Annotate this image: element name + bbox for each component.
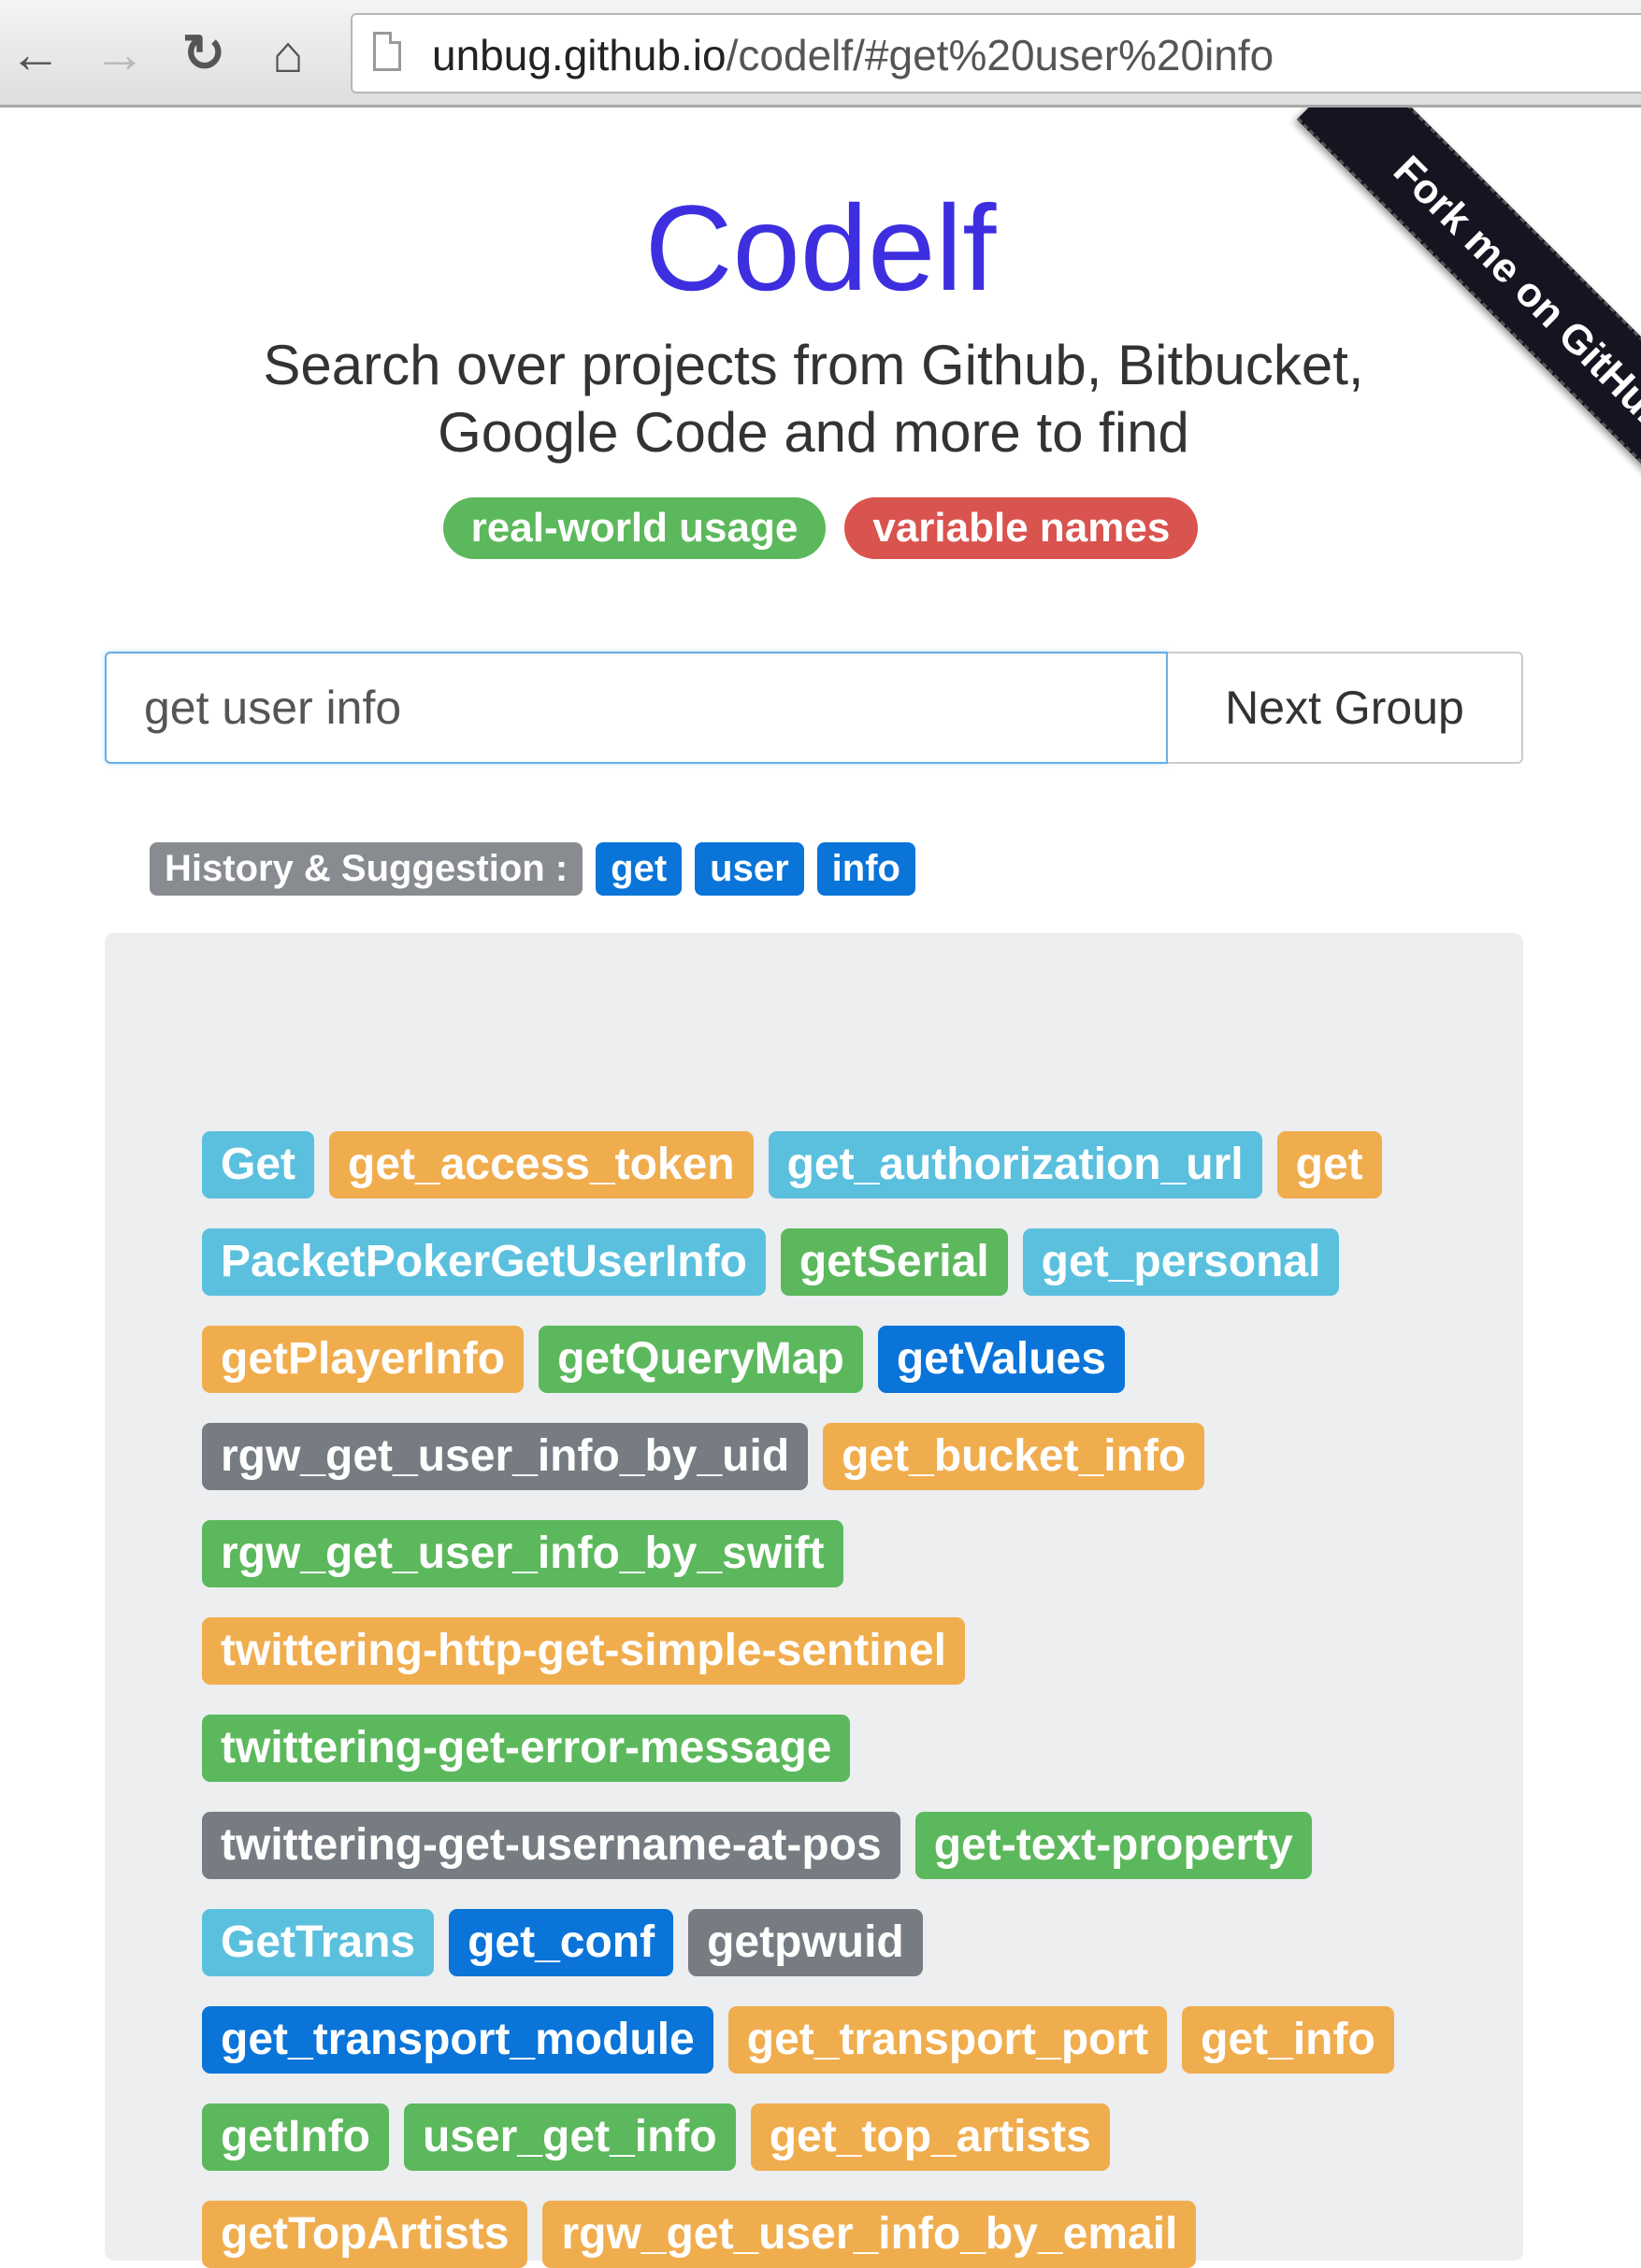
next-group-button[interactable]: Next Group [1168,652,1523,764]
result-tag[interactable]: rgw_get_user_info_by_swift [202,1520,843,1587]
pill-real-world-usage: real-world usage [442,497,827,559]
result-tag[interactable]: getTopArtists [202,2201,528,2268]
history-tag-user[interactable]: user [695,842,804,896]
url-host: unbug.github.io [432,31,727,79]
result-tag[interactable]: get_access_token [329,1131,754,1199]
result-tag[interactable]: getValues [877,1326,1125,1393]
result-tag[interactable]: getQueryMap [539,1326,863,1393]
result-tag[interactable]: twittering-get-username-at-pos [202,1812,900,1879]
subtitle-line-1: Search over projects from Github, Bitbuc… [263,334,1364,396]
result-tag[interactable]: twittering-get-error-message [202,1715,851,1782]
url-path: /codelf/#get%20user%20info [726,31,1274,79]
home-icon: ⌂ [272,23,304,83]
search-input[interactable] [105,652,1168,764]
result-tag[interactable]: rgw_get_user_info_by_uid [202,1423,809,1490]
result-tag[interactable]: get [1276,1131,1382,1199]
history-tag-info[interactable]: info [816,842,915,896]
result-tag[interactable]: get_transport_module [202,2006,713,2074]
result-tag[interactable]: twittering-http-get-simple-sentinel [202,1617,965,1685]
result-tag[interactable]: user_get_info [403,2103,736,2171]
history-tag-get[interactable]: get [596,842,683,896]
page-icon [373,32,401,71]
history-suggestion-bar: History & Suggestion : get user info [150,842,915,896]
result-tag[interactable]: get_info [1182,2006,1394,2074]
reload-icon: ↻ [181,23,226,82]
subtitle-line-2: Google Code and more to find [438,401,1189,464]
result-tag[interactable]: PacketPokerGetUserInfo [202,1228,766,1296]
back-arrow-icon: ← [9,23,62,83]
forward-arrow-icon: → [94,23,146,83]
result-tag[interactable]: GetTrans [202,1909,435,1976]
result-tag[interactable]: get_authorization_url [768,1131,1262,1199]
history-label: History & Suggestion : [150,842,583,896]
reload-button[interactable]: ↻ [176,21,232,86]
result-tag[interactable]: getInfo [202,2103,389,2171]
forward-button[interactable]: → [92,21,148,86]
results-panel: Get get_access_token get_authorization_url… [105,933,1523,2268]
result-tag[interactable]: get-text-property [914,1812,1312,1879]
result-tag[interactable]: getSerial [780,1228,1008,1296]
pill-variable-names: variable names [844,497,1199,559]
url-text: unbug.github.io/codelf/#get%20user%20inf… [432,30,1274,80]
browser-toolbar: ← → ↻ ⌂ unbug.github.io/codelf/#get%20us… [0,0,1641,108]
result-tag[interactable]: Get [202,1131,315,1199]
home-button[interactable]: ⌂ [260,21,316,86]
result-tag[interactable]: get_personal [1022,1228,1340,1296]
page-title: Codelf [644,179,997,316]
address-bar[interactable]: unbug.github.io/codelf/#get%20user%20inf… [351,13,1641,93]
result-tag[interactable]: getPlayerInfo [202,1326,525,1393]
variable-name-results: Get get_access_token get_authorization_url… [202,1131,1446,2268]
result-tag[interactable]: get_transport_port [727,2006,1168,2074]
back-button[interactable]: ← [7,21,64,86]
subtitle: Search over projects from Github, Bitbuc… [131,332,1496,467]
result-tag[interactable]: rgw_get_user_info_by_email [542,2201,1197,2268]
result-tag[interactable]: get_bucket_info [823,1423,1205,1490]
result-tag[interactable]: get_conf [449,1909,674,1976]
search-group: Next Group [105,652,1523,764]
feature-pills: real-world usage variable names [0,497,1641,559]
result-tag[interactable]: get_top_artists [750,2103,1110,2171]
result-tag[interactable]: getpwuid [688,1909,923,1976]
